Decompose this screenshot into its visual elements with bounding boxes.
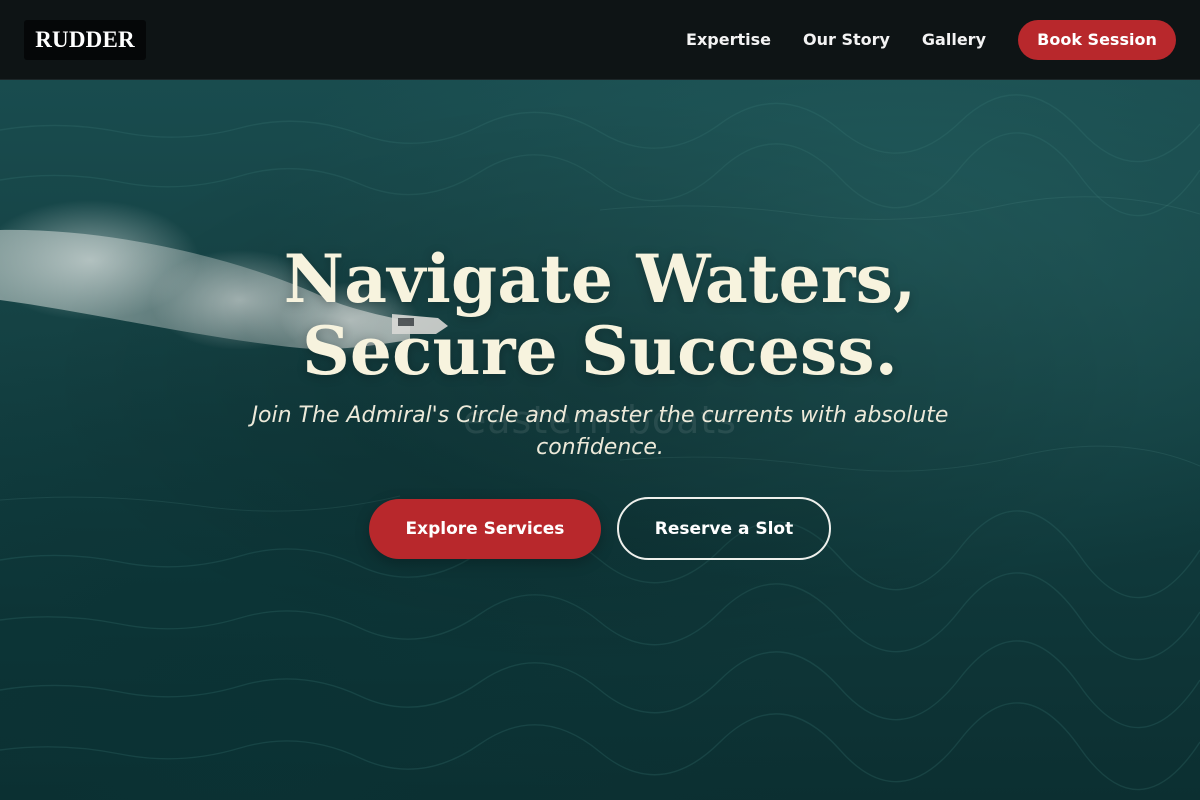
hero-cta-group: Explore Services Reserve a Slot (369, 497, 831, 560)
hero-headline-line-1: Navigate Waters, (283, 240, 917, 318)
nav-link-our-story[interactable]: Our Story (803, 30, 890, 49)
explore-services-button[interactable]: Explore Services (369, 498, 601, 559)
hero-subtitle: Join The Admiral's Circle and master the… (251, 403, 949, 460)
reserve-slot-button[interactable]: Reserve a Slot (617, 497, 831, 560)
hero-section: eastern boats Navigate Waters, Secure Su… (0, 0, 1200, 800)
top-navigation-bar: RUDDER Expertise Our Story Gallery Book … (0, 0, 1200, 80)
hero-headline: Navigate Waters, Secure Success. (0, 243, 1200, 387)
brand-logo[interactable]: RUDDER (24, 19, 146, 60)
book-session-button[interactable]: Book Session (1018, 19, 1176, 60)
nav-links: Expertise Our Story Gallery Book Session (686, 19, 1176, 60)
hero-headline-line-2: Secure Success. (302, 312, 898, 390)
nav-link-expertise[interactable]: Expertise (686, 30, 771, 49)
nav-link-gallery[interactable]: Gallery (922, 30, 986, 49)
